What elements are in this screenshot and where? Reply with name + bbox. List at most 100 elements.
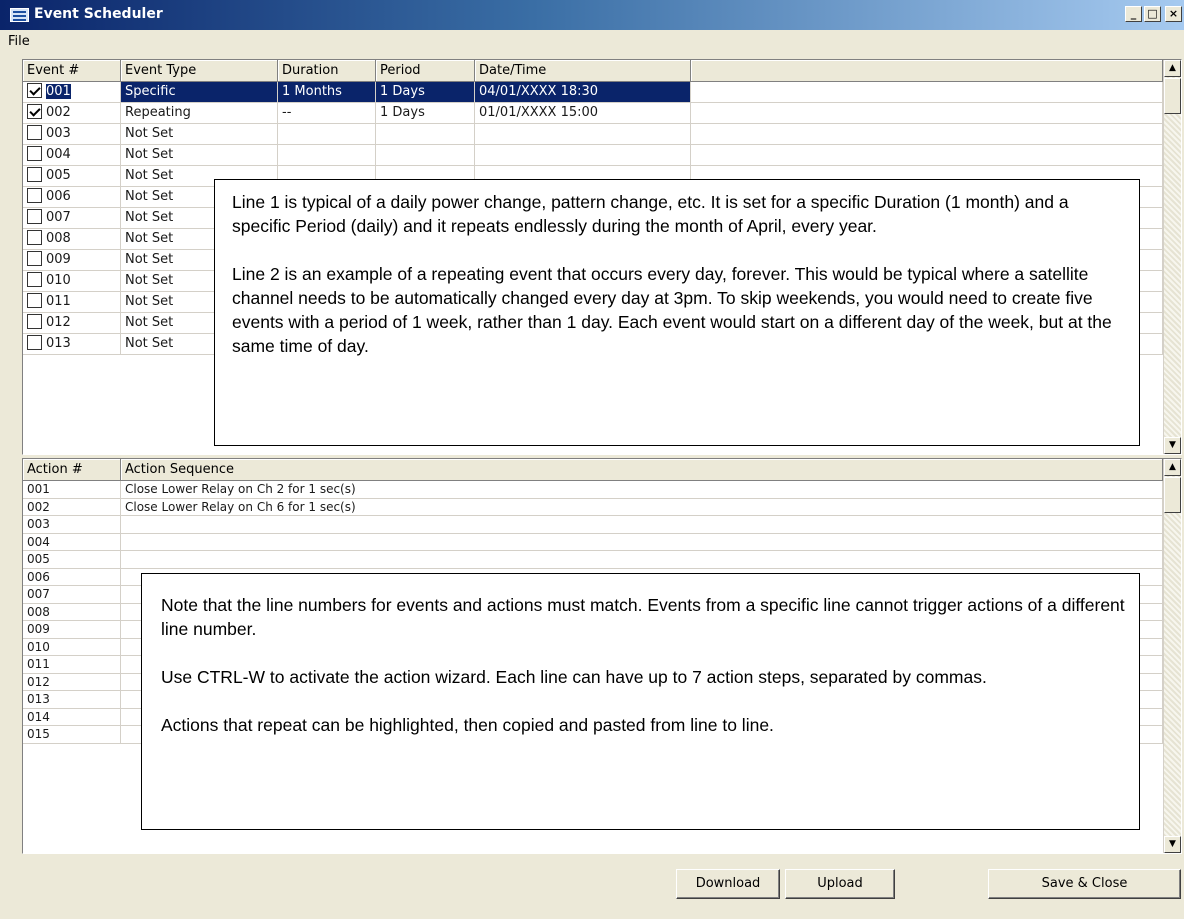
- col-period[interactable]: Period: [376, 60, 475, 82]
- checkbox-icon[interactable]: [27, 293, 42, 308]
- event-num-cell[interactable]: 012: [23, 313, 121, 334]
- scroll-down-button[interactable]: ▼: [1164, 437, 1181, 454]
- checkbox-icon[interactable]: [27, 83, 42, 98]
- scroll-up-button[interactable]: ▲: [1164, 459, 1181, 476]
- actions-callout: Note that the line numbers for events an…: [141, 573, 1140, 830]
- upload-button[interactable]: Upload: [785, 869, 895, 899]
- action-num-cell[interactable]: 009: [23, 621, 121, 639]
- col-action-sequence[interactable]: Action Sequence: [121, 459, 1163, 481]
- action-num-cell[interactable]: 003: [23, 516, 121, 534]
- event-num-cell[interactable]: 007: [23, 208, 121, 229]
- event-num-cell[interactable]: 009: [23, 250, 121, 271]
- maximize-button[interactable]: □: [1144, 6, 1161, 22]
- callout-paragraph: Actions that repeat can be highlighted, …: [161, 715, 774, 735]
- period-cell[interactable]: [376, 145, 475, 166]
- action-row[interactable]: 001 Close Lower Relay on Ch 2 for 1 sec(s…: [23, 481, 1163, 499]
- event-num-cell[interactable]: 008: [23, 229, 121, 250]
- scroll-down-button[interactable]: ▼: [1164, 836, 1181, 853]
- duration-cell[interactable]: --: [278, 103, 376, 124]
- action-num-cell[interactable]: 008: [23, 603, 121, 621]
- action-num-cell[interactable]: 010: [23, 638, 121, 656]
- actions-scrollbar[interactable]: ▲ ▼: [1163, 459, 1181, 853]
- close-button[interactable]: ×: [1165, 6, 1182, 22]
- action-row[interactable]: 004: [23, 533, 1163, 551]
- event-type-cell[interactable]: Specific: [121, 82, 278, 103]
- action-sequence-cell[interactable]: Close Lower Relay on Ch 6 for 1 sec(s): [121, 498, 1163, 516]
- period-cell[interactable]: [376, 124, 475, 145]
- duration-cell[interactable]: [278, 145, 376, 166]
- action-num-cell[interactable]: 005: [23, 551, 121, 569]
- duration-cell[interactable]: 1 Months: [278, 82, 376, 103]
- action-num-cell[interactable]: 013: [23, 691, 121, 709]
- checkbox-icon[interactable]: [27, 146, 42, 161]
- duration-cell[interactable]: [278, 124, 376, 145]
- checkbox-icon[interactable]: [27, 167, 42, 182]
- action-sequence-cell[interactable]: [121, 551, 1163, 569]
- minimize-button[interactable]: _: [1125, 6, 1142, 22]
- action-row[interactable]: 003: [23, 516, 1163, 534]
- col-duration[interactable]: Duration: [278, 60, 376, 82]
- event-row[interactable]: 003 Not Set: [23, 124, 1163, 145]
- col-action-num[interactable]: Action #: [23, 459, 121, 481]
- checkbox-icon[interactable]: [27, 188, 42, 203]
- action-sequence-cell[interactable]: Close Lower Relay on Ch 2 for 1 sec(s): [121, 481, 1163, 499]
- event-num-cell[interactable]: 003: [23, 124, 121, 145]
- checkbox-icon[interactable]: [27, 251, 42, 266]
- event-type-cell[interactable]: Not Set: [121, 145, 278, 166]
- datetime-cell[interactable]: [475, 145, 691, 166]
- action-num-cell[interactable]: 011: [23, 656, 121, 674]
- checkbox-icon[interactable]: [27, 272, 42, 287]
- col-datetime[interactable]: Date/Time: [475, 60, 691, 82]
- event-row[interactable]: 002 Repeating -- 1 Days 01/01/XXXX 15:00: [23, 103, 1163, 124]
- event-num-cell[interactable]: 006: [23, 187, 121, 208]
- event-num-cell[interactable]: 010: [23, 271, 121, 292]
- action-sequence-cell[interactable]: [121, 516, 1163, 534]
- checkbox-icon[interactable]: [27, 104, 42, 119]
- event-number: 011: [46, 294, 71, 309]
- save-close-button[interactable]: Save & Close: [988, 869, 1181, 899]
- action-num-cell[interactable]: 001: [23, 481, 121, 499]
- col-event-type[interactable]: Event Type: [121, 60, 278, 82]
- event-number: 001: [45, 83, 72, 100]
- event-type-cell[interactable]: Not Set: [121, 124, 278, 145]
- event-num-cell[interactable]: 004: [23, 145, 121, 166]
- download-button[interactable]: Download: [676, 869, 780, 899]
- action-num-cell[interactable]: 014: [23, 708, 121, 726]
- checkbox-icon[interactable]: [27, 230, 42, 245]
- checkbox-icon[interactable]: [27, 314, 42, 329]
- action-num-cell[interactable]: 015: [23, 726, 121, 744]
- checkbox-icon[interactable]: [27, 125, 42, 140]
- callout-paragraph: Use CTRL-W to activate the action wizard…: [161, 667, 987, 687]
- event-type-cell[interactable]: Repeating: [121, 103, 278, 124]
- checkbox-icon[interactable]: [27, 335, 42, 350]
- event-num-cell[interactable]: 011: [23, 292, 121, 313]
- datetime-cell[interactable]: 04/01/XXXX 18:30: [475, 82, 691, 103]
- datetime-cell[interactable]: 01/01/XXXX 15:00: [475, 103, 691, 124]
- action-num-cell[interactable]: 007: [23, 586, 121, 604]
- checkbox-icon[interactable]: [27, 209, 42, 224]
- event-num-cell[interactable]: 002: [23, 103, 121, 124]
- event-num-cell[interactable]: 005: [23, 166, 121, 187]
- action-num-cell[interactable]: 012: [23, 673, 121, 691]
- action-row[interactable]: 002 Close Lower Relay on Ch 6 for 1 sec(s…: [23, 498, 1163, 516]
- filler-cell: [691, 103, 1163, 124]
- scroll-thumb[interactable]: [1164, 78, 1181, 114]
- datetime-cell[interactable]: [475, 124, 691, 145]
- action-num-cell[interactable]: 006: [23, 568, 121, 586]
- col-event-num[interactable]: Event #: [23, 60, 121, 82]
- scroll-up-button[interactable]: ▲: [1164, 60, 1181, 77]
- events-scrollbar[interactable]: ▲ ▼: [1163, 60, 1181, 454]
- action-row[interactable]: 005: [23, 551, 1163, 569]
- action-num-cell[interactable]: 002: [23, 498, 121, 516]
- event-row[interactable]: 004 Not Set: [23, 145, 1163, 166]
- scroll-thumb[interactable]: [1164, 477, 1181, 513]
- event-number: 002: [46, 105, 71, 120]
- event-num-cell[interactable]: 013: [23, 334, 121, 355]
- period-cell[interactable]: 1 Days: [376, 103, 475, 124]
- event-row[interactable]: 001 Specific 1 Months 1 Days 04/01/XXXX 18:3…: [23, 82, 1163, 103]
- event-num-cell[interactable]: 001: [23, 82, 121, 103]
- menu-file[interactable]: File: [6, 34, 32, 49]
- action-num-cell[interactable]: 004: [23, 533, 121, 551]
- period-cell[interactable]: 1 Days: [376, 82, 475, 103]
- action-sequence-cell[interactable]: [121, 533, 1163, 551]
